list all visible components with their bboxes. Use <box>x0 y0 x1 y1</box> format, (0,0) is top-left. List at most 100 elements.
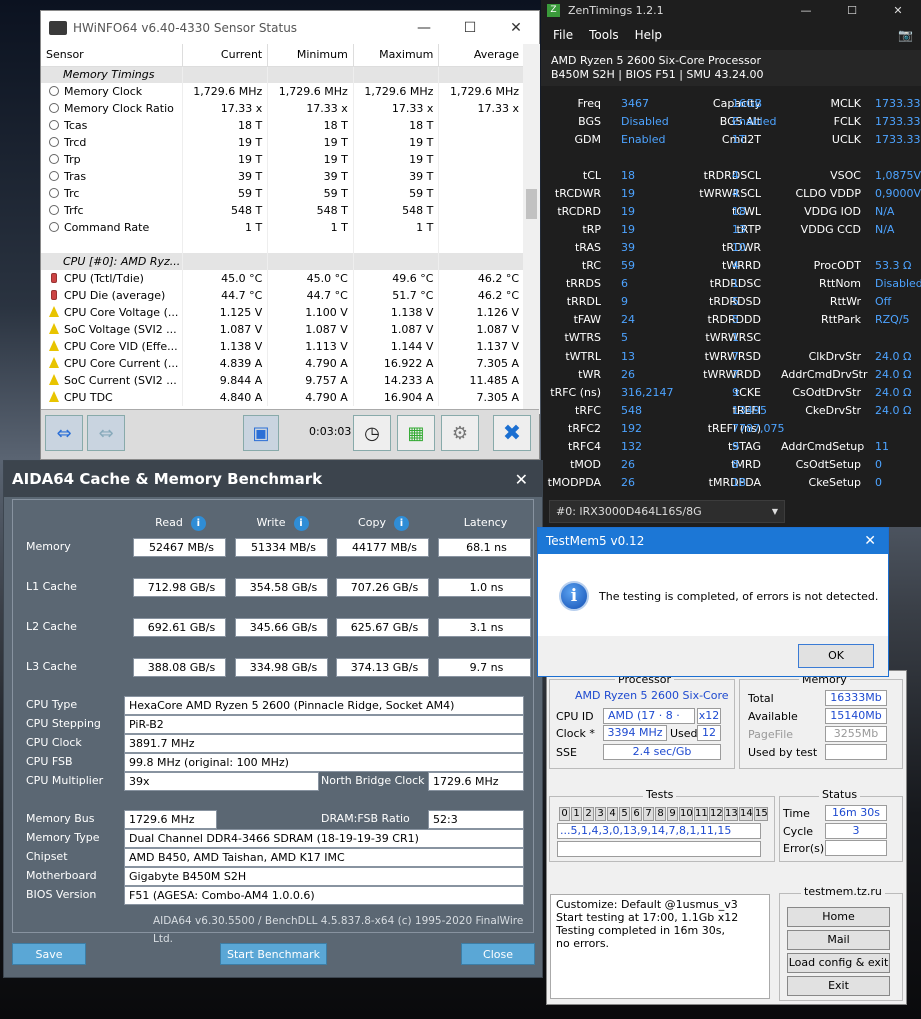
maximize-button[interactable]: ☐ <box>447 20 493 36</box>
sensor-row[interactable]: Tcas 18 T 18 T 18 T <box>41 117 525 134</box>
pagefile-label: PageFile <box>748 728 794 741</box>
home-button[interactable]: Home <box>787 907 890 927</box>
sensor-row[interactable]: CPU [#0]: AMD Ryz... <box>41 253 525 270</box>
close-button[interactable]: ✕ <box>864 533 876 549</box>
available-field: 15140Mb <box>825 708 887 724</box>
sensor-row[interactable]: Memory Clock Ratio 17.33 x 17.33 x 17.33 x 1… <box>41 100 525 117</box>
sensor-reading: 17.33 x <box>477 102 520 115</box>
north-bridge-value: 1729.6 MHz <box>428 772 524 791</box>
sensor-row[interactable] <box>41 236 525 253</box>
column-header[interactable]: Average <box>438 44 525 67</box>
settings-gear-icon[interactable]: ⚙ <box>441 415 479 451</box>
ok-button[interactable]: OK <box>798 644 874 668</box>
camera-icon[interactable]: 📷 <box>898 28 913 42</box>
sensor-value: 16.904 A <box>353 389 440 406</box>
lightning-icon <box>49 374 59 385</box>
network-icon[interactable]: ▣ <box>243 415 279 451</box>
sensor-reading: 1 T <box>245 221 263 234</box>
sensor-reading: 19 T <box>409 136 434 149</box>
minimize-button[interactable]: — <box>401 20 447 36</box>
sensor-reading: 14.233 A <box>383 374 434 387</box>
sensor-value: 1.138 V <box>182 338 269 355</box>
menu-file[interactable]: File <box>553 28 573 42</box>
mail-button[interactable]: Mail <box>787 930 890 950</box>
info-icon[interactable]: i <box>190 516 206 531</box>
header-text: Write <box>256 516 286 529</box>
menu-help[interactable]: Help <box>635 28 662 42</box>
sensor-scrollbar[interactable] <box>523 44 540 414</box>
timing-label: tRRDS <box>565 277 601 291</box>
sensor-value <box>267 66 354 83</box>
total-field: 16333Mb <box>825 690 887 706</box>
sensor-row[interactable]: CPU Die (average) 44.7 °C 44.7 °C 51.7 °C 46… <box>41 287 525 304</box>
navigate-arrows-icon[interactable]: ⇔ <box>45 415 83 451</box>
sensor-name: CPU Die (average) <box>41 287 183 304</box>
sensor-row[interactable]: CPU Core Current (... 4.839 A 4.790 A 16.92… <box>41 355 525 372</box>
start-benchmark-button[interactable]: Start Benchmark <box>220 943 327 965</box>
timing-label: tRP <box>582 223 601 237</box>
sensor-row[interactable]: Memory Timings <box>41 66 525 83</box>
close-dialog-button[interactable]: Close <box>461 943 535 965</box>
sensor-value: 1.144 V <box>353 338 440 355</box>
sensor-value: 14.233 A <box>353 372 440 389</box>
exit-button[interactable]: Exit <box>787 976 890 996</box>
sensor-row[interactable]: Trp 19 T 19 T 19 T <box>41 151 525 168</box>
clock-sensor-icon <box>49 120 59 130</box>
close-button[interactable]: ✕ <box>515 470 528 489</box>
minimize-button[interactable]: — <box>783 4 829 17</box>
info-icon[interactable]: i <box>293 516 309 531</box>
column-header[interactable]: Current <box>182 44 269 67</box>
sensor-row[interactable]: SoC Current (SVI2 ... 9.844 A 9.757 A 14.23… <box>41 372 525 389</box>
sensor-row[interactable]: Command Rate 1 T 1 T 1 T <box>41 219 525 236</box>
sensor-row[interactable]: Trcd 19 T 19 T 19 T <box>41 134 525 151</box>
sensor-label: Memory Timings <box>63 68 155 82</box>
info-icon[interactable]: i <box>393 516 409 531</box>
sensor-value: 19 T <box>353 134 440 151</box>
report-add-icon[interactable]: ▦ <box>397 415 435 451</box>
close-button[interactable]: ✕ <box>493 20 539 36</box>
sensor-row[interactable]: Trc 59 T 59 T 59 T <box>41 185 525 202</box>
module-select[interactable]: #0: IRX3000D464L16S/8G ▼ <box>549 500 785 523</box>
tests-label: Tests <box>643 789 677 801</box>
sensor-row[interactable]: Trfc 548 T 548 T 548 T <box>41 202 525 219</box>
sensor-value: 1,729.6 MHz <box>182 83 269 100</box>
sensor-row[interactable]: CPU (Tctl/Tdie) 45.0 °C 45.0 °C 49.6 °C 46.2… <box>41 270 525 287</box>
maximize-button[interactable]: ☐ <box>829 4 875 17</box>
bench-value: 625.67 GB/s <box>336 618 429 637</box>
sensor-row[interactable]: SoC Voltage (SVI2 ... 1.087 V 1.087 V 1.087… <box>41 321 525 338</box>
sensor-reading: 17.33 x <box>220 102 263 115</box>
cycle-label: Cycle <box>783 825 814 838</box>
sensor-value <box>353 66 440 83</box>
timing-label: CLDO VDDP <box>795 187 861 201</box>
dram-fsb-label: DRAM:FSB Ratio <box>321 812 410 825</box>
sensor-row[interactable]: CPU TDC 4.840 A 4.790 A 16.904 A 7.305 A <box>41 389 525 406</box>
timing-label: CsOdtDrvStr <box>792 385 861 399</box>
scroll-thumb[interactable] <box>526 189 537 219</box>
clock-icon[interactable]: ◷ <box>353 415 391 451</box>
menu-tools[interactable]: Tools <box>589 28 619 42</box>
navigate-arrows-alt-icon[interactable]: ⇔ <box>87 415 125 451</box>
close-button[interactable]: ✕ <box>875 4 921 17</box>
column-header[interactable]: Maximum <box>353 44 440 67</box>
save-button[interactable]: Save <box>12 943 86 965</box>
close-x-icon[interactable]: ✖ <box>493 415 531 451</box>
sensor-value: 9.757 A <box>267 372 354 389</box>
sensor-value: 19 T <box>182 134 269 151</box>
sensor-row[interactable]: Memory Clock 1,729.6 MHz 1,729.6 MHz 1,729.… <box>41 83 525 100</box>
load-config-exit-button[interactable]: Load config & exit <box>787 953 890 973</box>
sensor-row[interactable]: CPU Core Voltage (... 1.125 V 1.100 V 1.138… <box>41 304 525 321</box>
column-header[interactable]: Minimum <box>267 44 354 67</box>
sensor-row[interactable]: CPU Core VID (Effe... 1.138 V 1.113 V 1.144… <box>41 338 525 355</box>
status-label: Status <box>819 789 861 801</box>
column-header[interactable]: Sensor <box>41 44 183 67</box>
test-number: 9 <box>667 807 678 821</box>
timing-label <box>781 420 861 438</box>
sensor-row[interactable]: Tras 39 T 39 T 39 T <box>41 168 525 185</box>
sensor-value: 17.33 x <box>438 100 525 117</box>
log-box[interactable]: Customize: Default @1usmus_v3 Start test… <box>550 894 770 999</box>
sensor-value <box>182 253 269 270</box>
sensor-label: CPU TDC <box>64 391 113 404</box>
sensor-value: 1.100 V <box>267 304 354 321</box>
info-icon: i <box>559 581 589 611</box>
dialog-titlebar: TestMem5 v0.12 ✕ <box>538 528 888 554</box>
